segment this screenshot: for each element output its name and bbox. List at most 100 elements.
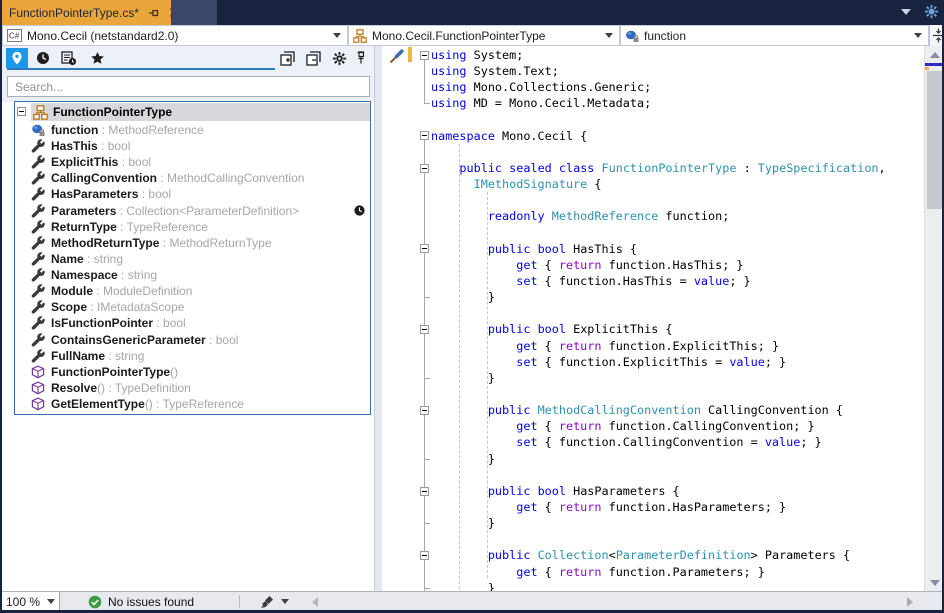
- code-line: [431, 467, 886, 483]
- property-wrench-icon: [31, 268, 45, 282]
- scroll-left-arrow-icon[interactable]: [312, 597, 318, 607]
- issues-indicator[interactable]: No issues found: [88, 593, 194, 610]
- svg-text:C#: C#: [9, 32, 20, 41]
- property-wrench-icon: [31, 316, 45, 330]
- tree-item-ExplicitThis[interactable]: ExplicitThis : bool: [15, 154, 370, 170]
- collapse-all-icon[interactable]: [302, 48, 324, 68]
- method-cube-icon: [31, 397, 45, 411]
- fold-box[interactable]: [420, 551, 429, 560]
- code-line: }: [431, 580, 886, 591]
- project-dropdown[interactable]: C# Mono.Cecil (netstandard2.0): [2, 25, 348, 46]
- zoom-dropdown[interactable]: 100 %: [2, 592, 60, 611]
- tree-item-ReturnType[interactable]: ReturnType : TypeReference: [15, 219, 370, 235]
- caret-position-marker: [925, 63, 944, 66]
- private-field-icon: [625, 29, 639, 43]
- check-circle-icon: [88, 595, 102, 609]
- tree-root-row[interactable]: FunctionPointerType: [15, 103, 370, 121]
- fold-box[interactable]: [420, 131, 429, 140]
- fold-elbow: [424, 103, 430, 104]
- member-name: CallingConvention : MethodCallingConvent…: [51, 171, 304, 185]
- quick-actions-screwdriver-icon[interactable]: [389, 49, 404, 64]
- tree-item-Namespace[interactable]: Namespace : string: [15, 267, 370, 283]
- fold-box[interactable]: [420, 406, 429, 415]
- code-line: set { function.HasThis = value; }: [431, 273, 886, 289]
- code-line: using System.Text;: [431, 63, 886, 79]
- code-line: }: [431, 289, 886, 305]
- tree-item-HasThis[interactable]: HasThis : bool: [15, 138, 370, 154]
- tree-item-Scope[interactable]: Scope : IMetadataScope: [15, 299, 370, 315]
- code-cleanup-button[interactable]: [260, 593, 289, 610]
- code-line: public sealed class FunctionPointerType …: [431, 160, 886, 176]
- chevron-down-icon: [605, 33, 613, 38]
- tree-item-function[interactable]: function : MethodReference: [15, 122, 370, 138]
- fold-box[interactable]: [420, 244, 429, 253]
- locate-pin-tab[interactable]: [6, 48, 28, 68]
- recent-files-tab[interactable]: [58, 48, 80, 68]
- fold-elbow: [424, 378, 430, 379]
- panel-splitter[interactable]: [374, 46, 382, 591]
- tree-item-GetElementType[interactable]: GetElementType() : TypeReference: [15, 396, 370, 412]
- issues-status-text: No issues found: [108, 595, 194, 609]
- tree-item-HasParameters[interactable]: HasParameters : bool: [15, 186, 370, 202]
- tree-item-CallingConvention[interactable]: CallingConvention : MethodCallingConvent…: [15, 170, 370, 186]
- navigation-bar: C# Mono.Cecil (netstandard2.0) Mono.Ceci…: [2, 25, 944, 46]
- scroll-up-arrow-icon[interactable]: [925, 46, 944, 63]
- tree-item-Name[interactable]: Name : string: [15, 251, 370, 267]
- expand-all-icon[interactable]: [276, 48, 298, 68]
- code-line: set { function.ExplicitThis = value; }: [431, 354, 886, 370]
- project-dropdown-value: Mono.Cecil (netstandard2.0): [27, 29, 333, 43]
- history-tab[interactable]: [32, 48, 54, 68]
- fold-elbow: [424, 588, 430, 589]
- fold-box[interactable]: [420, 325, 429, 334]
- window-list-chevron-icon[interactable]: [901, 9, 911, 15]
- tree-item-FullName[interactable]: FullName : string: [15, 348, 370, 364]
- settings-gear-icon[interactable]: [328, 48, 350, 68]
- tree-item-Module[interactable]: Module : ModuleDefinition: [15, 283, 370, 299]
- dock-pin-icon[interactable]: [350, 48, 372, 68]
- member-name: Scope : IMetadataScope: [51, 300, 184, 314]
- tree-item-Parameters[interactable]: Parameters : Collection<ParameterDefinit…: [15, 203, 370, 219]
- property-wrench-icon: [31, 252, 45, 266]
- fold-box[interactable]: [420, 51, 429, 60]
- member-name: FullName : string: [51, 349, 144, 363]
- pending-clock-icon: [354, 205, 365, 216]
- vertical-scrollbar[interactable]: [924, 46, 944, 591]
- tree-item-MethodReturnType[interactable]: MethodReturnType : MethodReturnType: [15, 235, 370, 251]
- active-document-tab[interactable]: FunctionPointerType.cs*: [2, 0, 171, 25]
- chevron-down-icon: [47, 599, 55, 604]
- split-window-button[interactable]: [929, 25, 944, 46]
- code-editor[interactable]: using System;using System.Text;using Mon…: [382, 46, 924, 591]
- csharp-project-icon: C#: [7, 29, 22, 42]
- chevron-down-icon: [914, 33, 922, 38]
- member-name: MethodReturnType : MethodReturnType: [51, 236, 272, 250]
- code-line: IMethodSignature {: [431, 176, 886, 192]
- zoom-level-value: 100 %: [2, 595, 47, 609]
- collapse-expander-icon[interactable]: [17, 107, 26, 116]
- fold-box[interactable]: [420, 487, 429, 496]
- pin-tab-icon[interactable]: [148, 7, 160, 19]
- tree-item-Resolve[interactable]: Resolve() : TypeDefinition: [15, 380, 370, 396]
- property-wrench-icon: [31, 284, 45, 298]
- code-structure-panel: FunctionPointerType function : MethodRef…: [2, 46, 374, 591]
- scroll-down-arrow-icon[interactable]: [925, 574, 944, 591]
- tree-item-ContainsGenericParameter[interactable]: ContainsGenericParameter : bool: [15, 332, 370, 348]
- tree-item-FunctionPointerType[interactable]: FunctionPointerType(): [15, 364, 370, 380]
- type-dropdown[interactable]: Mono.Cecil.FunctionPointerType: [348, 25, 620, 46]
- tab-options-gear-icon[interactable]: [924, 4, 939, 19]
- type-dropdown-value: Mono.Cecil.FunctionPointerType: [372, 29, 605, 43]
- search-input[interactable]: [8, 77, 369, 96]
- scroll-right-arrow-icon[interactable]: [907, 597, 913, 607]
- fold-box[interactable]: [420, 164, 429, 173]
- member-dropdown[interactable]: function: [620, 25, 929, 46]
- code-line: [431, 386, 886, 402]
- fold-vline dashed: [424, 253, 425, 297]
- favorites-star-tab[interactable]: [86, 48, 108, 68]
- code-text: using System;using System.Text;using Mon…: [431, 47, 886, 591]
- document-title: FunctionPointerType.cs*: [9, 6, 139, 20]
- vertical-scrollbar-thumb[interactable]: [927, 71, 943, 209]
- chevron-down-icon: [333, 33, 341, 38]
- search-box[interactable]: [7, 76, 370, 97]
- tree-item-IsFunctionPointer[interactable]: IsFunctionPointer : bool: [15, 315, 370, 331]
- property-wrench-icon: [31, 300, 45, 314]
- method-cube-icon: [31, 365, 45, 379]
